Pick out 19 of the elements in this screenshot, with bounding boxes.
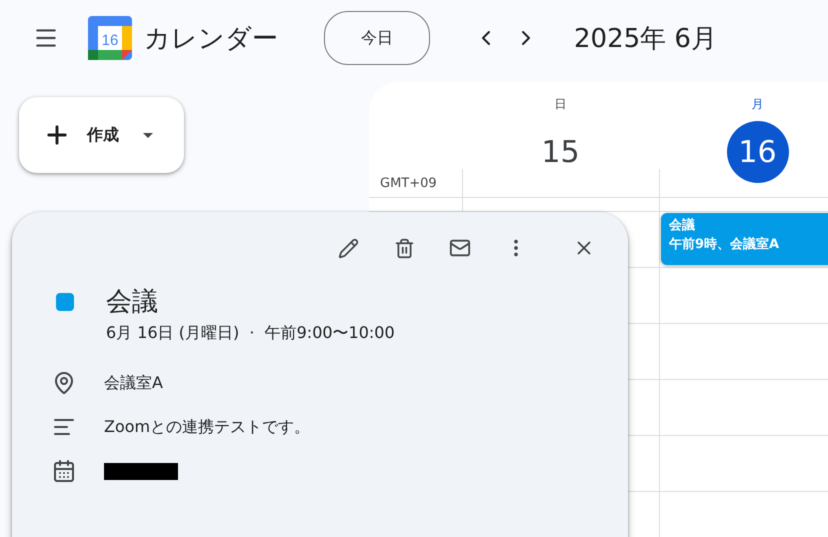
calendar-logo: 16 [88, 16, 132, 60]
month-label: 2025年 6月 [574, 22, 717, 56]
event-detail: 午前9時、会議室A [669, 236, 780, 254]
create-button[interactable]: 作成 [19, 97, 184, 173]
today-button[interactable]: 今日 [324, 11, 430, 65]
calendar-icon [52, 459, 76, 483]
day-number[interactable]: 16 [726, 121, 788, 183]
weekday-label: 月 [752, 96, 764, 113]
timezone-label: GMT+09 [380, 176, 437, 191]
app-title: カレンダー [144, 22, 278, 56]
weekday-label: 日 [554, 96, 566, 113]
description-text: Zoomとの連携テストです。 [104, 416, 310, 438]
location-text: 会議室A [104, 372, 163, 394]
event-title: 会議 [669, 216, 696, 235]
location-pin-icon [52, 371, 76, 395]
caret-icon [143, 132, 153, 138]
event-time: 6月 16日 (月曜日) · 午前9:00〜10:00 [106, 323, 396, 344]
day-number[interactable]: 15 [530, 121, 592, 183]
event-popup-title: 会議 [106, 286, 159, 319]
